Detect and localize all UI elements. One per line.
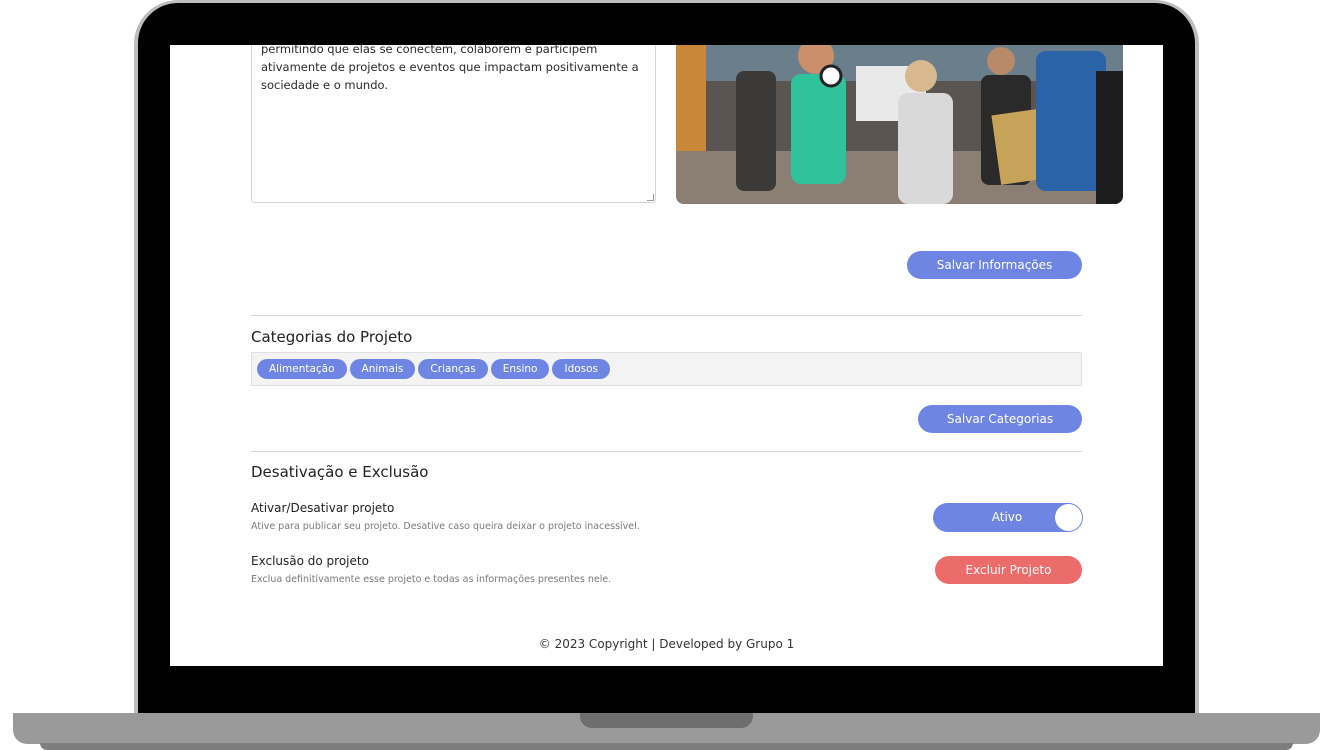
- save-info-button[interactable]: Salvar Informações: [907, 251, 1082, 279]
- footer-copyright: © 2023 Copyright | Developed by Grupo 1: [538, 637, 795, 651]
- save-categories-button[interactable]: Salvar Categorias: [918, 405, 1082, 433]
- deactivation-title: Desativação e Exclusão: [251, 463, 429, 481]
- category-chip[interactable]: Crianças: [418, 359, 488, 379]
- laptop-notch: [580, 713, 753, 728]
- screen: permitindo que elas se conectem, colabor…: [170, 45, 1163, 666]
- description-textarea[interactable]: permitindo que elas se conectem, colabor…: [251, 45, 656, 203]
- category-chip[interactable]: Animais: [349, 359, 416, 379]
- delete-description: Exclua definitivamente esse projeto e to…: [251, 574, 612, 585]
- toggle-title: Ativar/Desativar projeto: [251, 501, 395, 515]
- delete-project-button[interactable]: Excluir Projeto: [935, 556, 1082, 584]
- project-photo: [676, 45, 1123, 204]
- categories-title: Categorias do Projeto: [251, 328, 413, 346]
- categories-box: Alimentação Animais Crianças Ensino Idos…: [251, 352, 1082, 386]
- resize-handle-icon[interactable]: [647, 194, 654, 201]
- divider: [251, 451, 1082, 452]
- category-chip[interactable]: Alimentação: [257, 359, 347, 379]
- description-text: permitindo que elas se conectem, colabor…: [261, 45, 639, 92]
- toggle-knob: [1055, 504, 1082, 531]
- toggle-description: Ative para publicar seu projeto. Desativ…: [251, 521, 640, 532]
- category-chip[interactable]: Idosos: [552, 359, 611, 379]
- category-chip[interactable]: Ensino: [490, 359, 550, 379]
- active-toggle[interactable]: Ativo: [933, 503, 1083, 532]
- laptop-base-bottom: [40, 743, 1293, 750]
- divider: [251, 315, 1082, 316]
- delete-title: Exclusão do projeto: [251, 554, 369, 568]
